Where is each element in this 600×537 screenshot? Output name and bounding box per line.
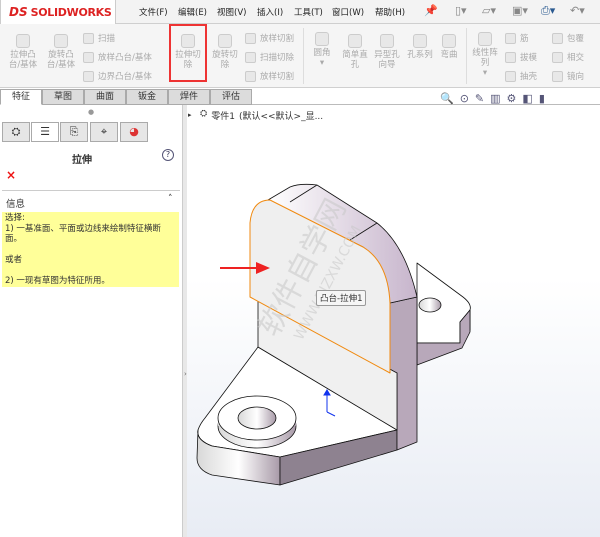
part-model[interactable]: 软件自学网 WWW.RJZXW.COM	[0, 0, 600, 537]
boss-hole	[237, 406, 277, 430]
ear-hole	[418, 297, 442, 313]
feature-tooltip: 凸台-拉伸1	[316, 290, 367, 306]
